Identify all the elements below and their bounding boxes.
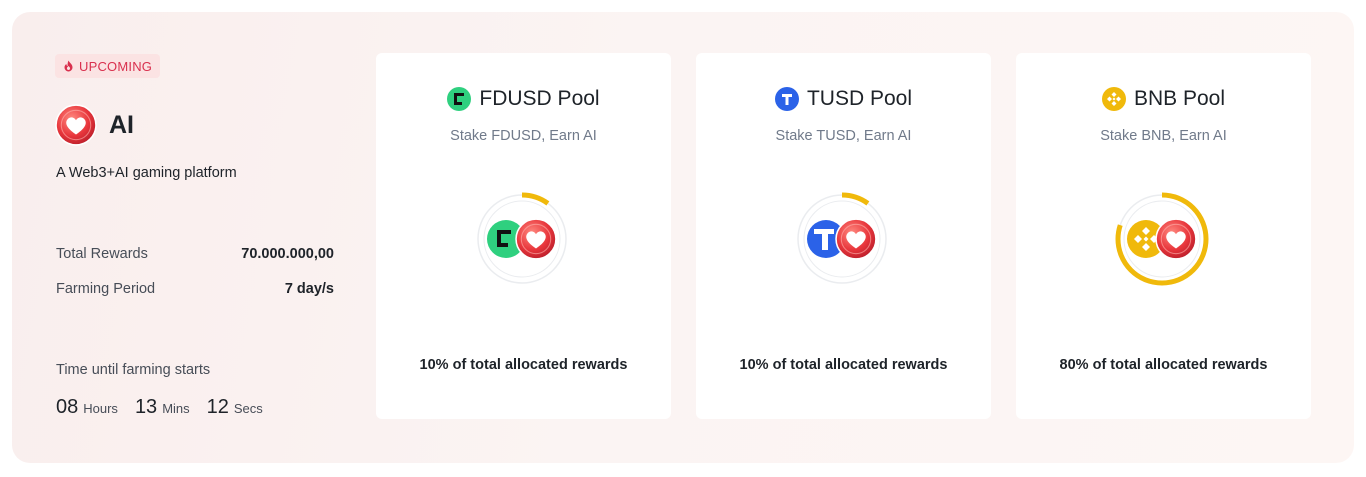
- pool-header: TUSD Pool: [696, 87, 991, 111]
- reward-share-text: 10% of total allocated rewards: [419, 357, 628, 373]
- pool-subtitle: Stake FDUSD, Earn AI: [450, 128, 597, 144]
- farming-period-value: 7 day/s: [284, 281, 334, 297]
- pool-title: FDUSD Pool: [479, 87, 600, 110]
- reward-share-text: 80% of total allocated rewards: [1059, 357, 1268, 373]
- ai-token-icon: [55, 104, 97, 146]
- status-badge-label: UPCOMING: [79, 58, 153, 74]
- total-rewards-label: Total Rewards: [56, 246, 148, 262]
- project-header: AI: [55, 104, 134, 146]
- ai-token-icon: [516, 219, 556, 259]
- pool-title: BNB Pool: [1133, 87, 1226, 110]
- pool-card-fdusd[interactable]: FDUSD Pool Stake FDUSD, Earn AI 10% of t…: [376, 53, 671, 419]
- flame-icon: [64, 60, 73, 72]
- project-name: AI: [109, 110, 134, 139]
- countdown-timer: 08 Hours 13 Mins 12 Secs: [56, 396, 280, 419]
- countdown-secs-unit: Secs: [233, 401, 263, 416]
- reward-share-ring: [795, 192, 889, 286]
- total-rewards-value: 70.000.000,00: [241, 246, 334, 262]
- pool-header: FDUSD Pool: [376, 87, 671, 111]
- bnb-icon: [1101, 87, 1126, 111]
- fdusd-icon: [447, 87, 472, 111]
- farming-period-row: Farming Period 7 day/s: [56, 281, 334, 297]
- reward-share-text: 10% of total allocated rewards: [739, 357, 948, 373]
- status-badge: UPCOMING: [55, 54, 161, 78]
- pool-card-bnb[interactable]: BNB Pool Stake BNB, Earn AI 80% of total…: [1016, 53, 1311, 419]
- tusd-icon: [774, 87, 799, 111]
- countdown-mins: 13: [134, 396, 158, 418]
- reward-share-ring: [475, 192, 569, 286]
- pool-subtitle: Stake TUSD, Earn AI: [775, 128, 912, 144]
- ai-token-icon: [836, 219, 876, 259]
- countdown-hours-unit: Hours: [83, 401, 118, 416]
- reward-share-ring: [1115, 192, 1209, 286]
- countdown-label: Time until farming starts: [56, 362, 211, 378]
- pool-subtitle: Stake BNB, Earn AI: [1100, 128, 1227, 144]
- ai-token-icon: [1156, 219, 1196, 259]
- total-rewards-row: Total Rewards 70.000.000,00: [56, 246, 334, 262]
- pool-card-tusd[interactable]: TUSD Pool Stake TUSD, Earn AI 10% of tot…: [696, 53, 991, 419]
- countdown-mins-unit: Mins: [162, 401, 190, 416]
- project-description: A Web3+AI gaming platform: [56, 165, 237, 181]
- countdown-secs: 12: [206, 396, 229, 418]
- farming-period-label: Farming Period: [56, 281, 156, 297]
- pool-header: BNB Pool: [1016, 87, 1311, 111]
- countdown-hours: 08: [56, 396, 79, 418]
- pool-title: TUSD Pool: [806, 87, 913, 110]
